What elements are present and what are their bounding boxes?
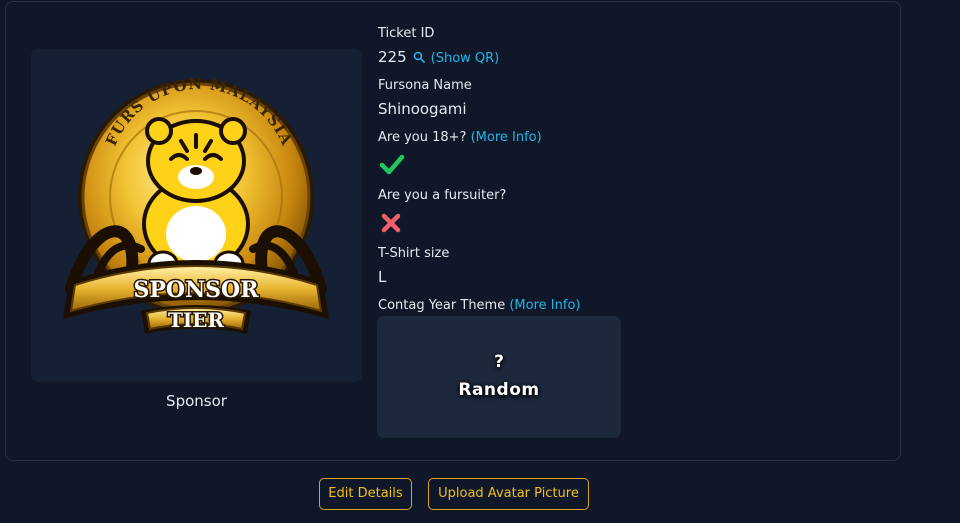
theme-more-info-link[interactable]: (More Info) [509,298,580,313]
theme-row: Contag Year Theme (More Info) [378,298,580,313]
fursuiter-label: Are you a fursuiter? [378,188,507,203]
tier-badge-panel: FURS UPON MALAYSIA SPONSOR TIER [31,49,362,382]
ticket-id-label: Ticket ID [378,26,435,41]
theme-symbol: ? [494,352,504,372]
upload-avatar-button[interactable]: Upload Avatar Picture [428,478,589,510]
tier-label: Sponsor [166,392,227,410]
adult-row: Are you 18+? (More Info) [378,130,542,145]
shirt-size-value: L [378,268,387,286]
adult-more-info-link[interactable]: (More Info) [471,130,542,145]
theme-card: ? Random [377,316,621,438]
theme-label: Contag Year Theme [378,298,506,313]
edit-details-button[interactable]: Edit Details [319,478,412,510]
fursona-value: Shinoogami [378,100,467,118]
fursona-label: Fursona Name [378,78,472,93]
check-icon [379,152,405,180]
shirt-size-label: T-Shirt size [378,246,450,261]
search-icon[interactable] [413,49,425,67]
ticket-id-value: 225 [378,48,407,66]
show-qr-link[interactable]: (Show QR) [431,51,500,66]
badge-banner-line1: SPONSOR [133,277,259,303]
theme-name: Random [458,380,540,400]
sponsor-tier-badge: FURS UPON MALAYSIA SPONSOR TIER [63,75,329,334]
adult-label: Are you 18+? [378,130,467,145]
cross-icon [379,211,403,239]
badge-banner-line2: TIER [168,308,224,332]
ticket-id-row: 225 (Show QR) [378,48,499,67]
